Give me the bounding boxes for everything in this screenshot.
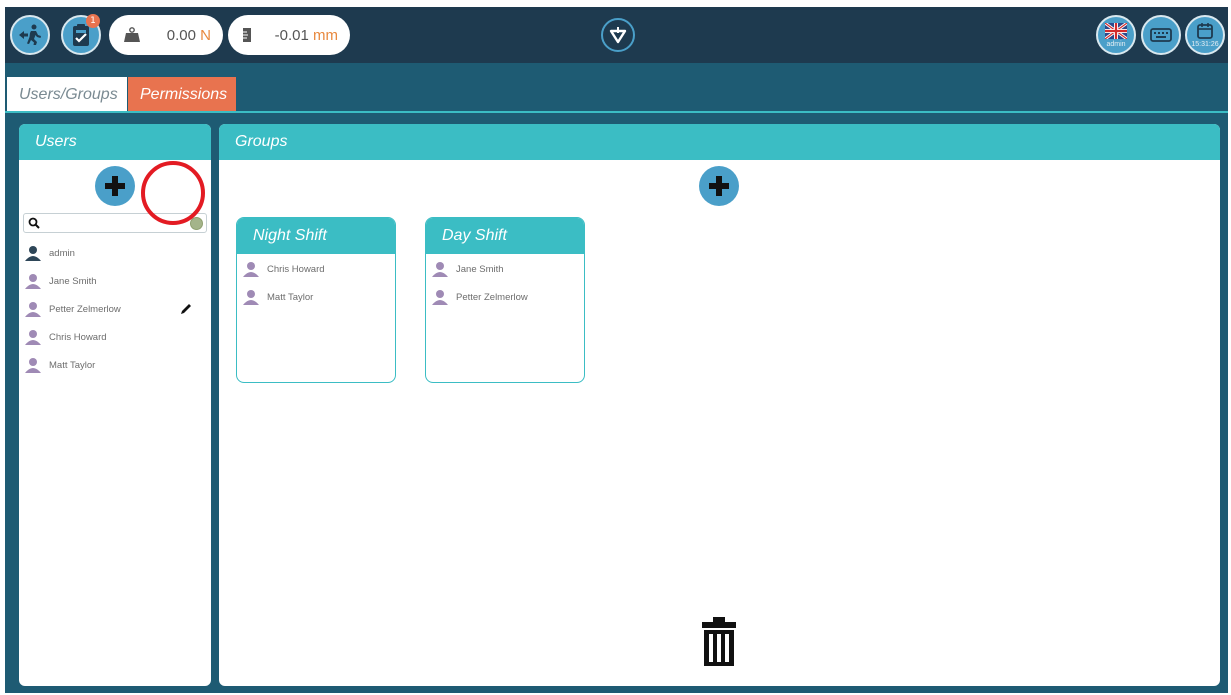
calendar-button[interactable]: 15:31:26	[1185, 15, 1225, 55]
position-readout: -0.01 mm	[228, 15, 350, 55]
user-row-chris-howard[interactable]: Chris Howard	[25, 326, 107, 348]
calendar-icon	[1197, 23, 1213, 39]
force-unit: N	[200, 26, 211, 44]
group-member[interactable]: Jane Smith	[432, 258, 504, 280]
position-value: -0.01	[274, 26, 309, 44]
app-logo	[601, 18, 635, 52]
group-member[interactable]: Matt Taylor	[243, 286, 313, 308]
user-icon	[243, 262, 259, 277]
exit-button[interactable]	[10, 15, 50, 55]
user-name: Chris Howard	[49, 331, 107, 343]
user-icon	[25, 274, 41, 289]
tab-permissions[interactable]: Permissions	[128, 77, 236, 113]
plus-icon	[709, 176, 729, 196]
user-icon	[243, 290, 259, 305]
group-member-name: Chris Howard	[267, 263, 325, 275]
group-name: Day Shift	[426, 218, 584, 254]
add-group-button[interactable]	[699, 166, 739, 206]
exit-running-icon	[19, 24, 41, 45]
current-user-label: admin	[1106, 41, 1126, 48]
group-card-night-shift[interactable]: Night Shift Chris Howard Matt Taylor	[236, 217, 396, 383]
weight-icon	[124, 27, 140, 42]
app-window: 1 0.00 N -0.01 mm admin 15:31:26 Users/G…	[5, 7, 1228, 693]
group-member[interactable]: Petter Zelmerlow	[432, 286, 528, 308]
tasks-button[interactable]: 1	[61, 14, 101, 55]
user-name: admin	[49, 247, 75, 259]
group-member-name: Matt Taylor	[267, 291, 314, 303]
user-row-jane-smith[interactable]: Jane Smith	[25, 270, 97, 292]
clock-label: 15:31:26	[1191, 41, 1219, 48]
user-name: Jane Smith	[49, 275, 97, 287]
groups-panel: Groups Night Shift Chris Howard Matt Tay…	[219, 124, 1220, 686]
user-row-admin[interactable]: admin	[25, 242, 75, 264]
add-user-button[interactable]	[95, 166, 135, 206]
user-row-matt-taylor[interactable]: Matt Taylor	[25, 354, 95, 376]
user-row-petter-zelmerlow[interactable]: Petter Zelmerlow	[25, 298, 121, 320]
tab-users-groups[interactable]: Users/Groups	[7, 77, 127, 113]
user-icon	[25, 358, 41, 373]
group-member-name: Jane Smith	[456, 263, 504, 275]
uk-flag-icon	[1105, 23, 1127, 39]
group-card-day-shift[interactable]: Day Shift Jane Smith Petter Zelmerlow	[425, 217, 585, 383]
top-bar: 1 0.00 N -0.01 mm admin 15:31:26	[5, 7, 1228, 63]
group-member[interactable]: Chris Howard	[243, 258, 325, 280]
user-icon	[25, 330, 41, 345]
task-count-badge: 1	[86, 14, 100, 28]
group-name: Night Shift	[237, 218, 395, 254]
groups-panel-title: Groups	[219, 124, 1220, 160]
force-value: 0.00	[166, 26, 196, 44]
user-name: Petter Zelmerlow	[49, 303, 121, 315]
users-panel-title: Users	[19, 124, 211, 160]
group-member-name: Petter Zelmerlow	[456, 291, 528, 303]
user-icon	[25, 302, 41, 317]
plus-icon	[105, 176, 125, 196]
highlight-annotation-circle	[141, 161, 205, 225]
search-clear-button[interactable]	[190, 217, 203, 230]
search-icon	[28, 217, 40, 229]
keyboard-button[interactable]	[1141, 15, 1181, 55]
force-readout: 0.00 N	[109, 15, 223, 55]
logo-v-icon	[609, 27, 627, 44]
user-icon	[432, 290, 448, 305]
user-name: Matt Taylor	[49, 359, 96, 371]
trash-icon[interactable]	[699, 617, 739, 667]
ruler-icon	[243, 28, 251, 42]
keyboard-icon	[1150, 28, 1172, 42]
user-icon	[432, 262, 448, 277]
tab-divider	[5, 111, 1228, 113]
edit-pencil-icon[interactable]	[179, 302, 193, 316]
language-user-button[interactable]: admin	[1096, 15, 1136, 55]
position-unit: mm	[313, 26, 338, 44]
admin-user-icon	[25, 246, 41, 261]
